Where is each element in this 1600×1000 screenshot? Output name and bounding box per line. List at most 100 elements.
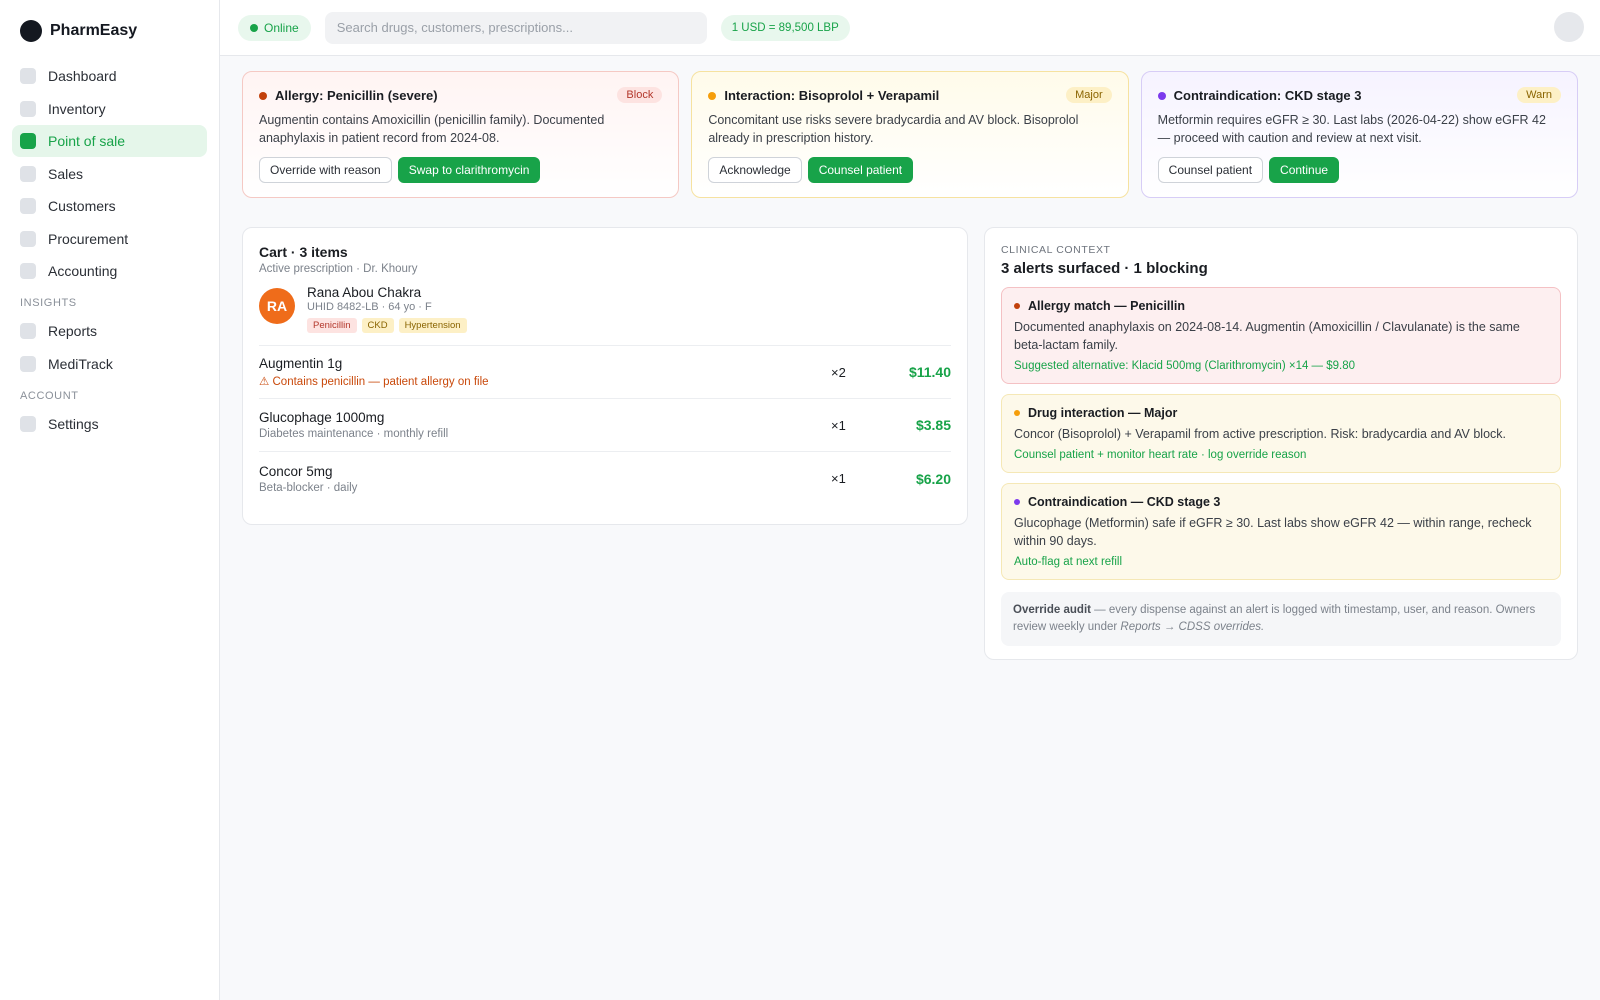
alert-card-contraindication: Contraindication: CKD stage 3 Warn Metfo… [1140, 71, 1578, 198]
procurement-icon [20, 230, 36, 247]
cart-item-row[interactable]: Concor 5mg Beta-blocker · daily ×1 $6.20 [259, 452, 951, 505]
cart-panel: Cart · 3 items Active prescription · Dr.… [242, 227, 968, 525]
audit-label: Override audit [1013, 604, 1091, 616]
cart-item-quantity: ×1 [831, 417, 846, 433]
alert-card-interaction: Interaction: Bisoprolol + Verapamil Majo… [691, 71, 1129, 198]
counsel-patient-button[interactable]: Counsel patient [807, 157, 914, 183]
context-card-title: Allergy match — Penicillin [1028, 299, 1185, 313]
dashboard-icon [20, 68, 36, 84]
cart-item-price: $11.40 [908, 364, 951, 380]
swap-to-clarithromycin-button[interactable]: Swap to clarithromycin [397, 157, 541, 183]
cart-item-row[interactable]: Glucophage 1000mg Diabetes maintenance ·… [259, 399, 951, 452]
online-status-badge: Online [238, 14, 311, 41]
acknowledge-button[interactable]: Acknowledge [708, 157, 802, 183]
continue-button[interactable]: Continue [1269, 157, 1340, 183]
point-of-sale-icon [20, 133, 36, 149]
counsel-action-link[interactable]: Counsel patient + monitor heart rate · l… [1014, 449, 1548, 461]
top-bar: Online 1 USD = 89,500 LBP [220, 0, 1600, 56]
alert-body: Metformin requires eGFR ≥ 30. Last labs … [1157, 113, 1546, 145]
severity-badge: Warn [1517, 87, 1561, 103]
sidebar-section-insights: INSIGHTS [20, 297, 77, 309]
status-dot-icon [250, 23, 258, 32]
sidebar-item-label: Procurement [48, 230, 129, 247]
sidebar-item-label: Inventory [48, 100, 106, 117]
alert-card-allergy: Allergy: Penicillin (severe) Block Augme… [242, 71, 680, 198]
sidebar-item-label: Reports [48, 323, 98, 339]
sidebar-section-account: ACCOUNT [20, 389, 79, 402]
alert-dot-icon [1014, 499, 1020, 505]
patient-tag: Penicillin [307, 318, 357, 333]
context-card-allergy: Allergy match — Penicillin Documented an… [1001, 287, 1561, 384]
suggested-alternative-link[interactable]: Suggested alternative: Klacid 500mg (Cla… [1014, 360, 1548, 372]
sidebar-item-accounting[interactable]: Accounting [12, 255, 207, 287]
alert-title: Allergy: Penicillin (severe) [275, 88, 438, 103]
audit-path: Reports → CDSS overrides. [1120, 621, 1265, 633]
sidebar-item-dashboard[interactable]: Dashboard [12, 60, 207, 92]
cart-title: Cart · 3 items [259, 244, 348, 260]
section-title: 3 alerts surfaced · 1 blocking [1001, 260, 1208, 277]
search-input[interactable] [324, 11, 707, 44]
alert-dot-icon [708, 91, 717, 100]
cart-item-price: $3.85 [915, 417, 951, 433]
clinical-context-panel: CLINICAL CONTEXT 3 alerts surfaced · 1 b… [984, 227, 1578, 660]
alert-cards: Allergy: Penicillin (severe) Block Augme… [242, 71, 1578, 198]
alert-title: Contraindication: CKD stage 3 [1173, 88, 1362, 103]
cart-subtitle: Active prescription · Dr. Khoury [259, 263, 418, 275]
cart-item-description: Diabetes maintenance · monthly refill [259, 428, 449, 440]
sidebar-item-procurement[interactable]: Procurement [12, 223, 207, 255]
settings-icon [20, 415, 36, 432]
sidebar-item-label: Point of sale [48, 133, 126, 149]
patient-avatar: RA [259, 288, 295, 324]
sidebar: PharmEasy Dashboard Inventory Point of s… [0, 0, 220, 1000]
alert-dot-icon [259, 91, 267, 100]
online-status-label: Online [264, 20, 299, 35]
context-card-body: Documented anaphylaxis on 2024-08-14. Au… [1014, 320, 1520, 352]
cart-item-warning: ⚠ Contains penicillin — patient allergy … [259, 376, 489, 388]
sidebar-item-reports[interactable]: Reports [12, 315, 207, 347]
context-card-title: Contraindication — CKD stage 3 [1028, 495, 1221, 509]
user-avatar[interactable] [1554, 12, 1584, 42]
patient-name: Rana Abou Chakra [307, 285, 422, 300]
cart-item-price: $6.20 [915, 470, 951, 487]
cart-item-quantity: ×1 [831, 471, 846, 486]
sidebar-item-customers[interactable]: Customers [12, 190, 207, 222]
accounting-icon [20, 263, 36, 279]
counsel-patient-button[interactable]: Counsel patient [1157, 157, 1264, 183]
auto-flag-link[interactable]: Auto-flag at next refill [1014, 556, 1548, 568]
patient-tag: CKD [361, 318, 394, 333]
brand-logo-icon [20, 20, 42, 42]
sidebar-item-label: Dashboard [48, 68, 117, 84]
alert-title: Interaction: Bisoprolol + Verapamil [724, 88, 940, 103]
alert-dot-icon [1014, 303, 1020, 309]
patient-card[interactable]: RA Rana Abou Chakra UHID 8482-LB · 64 yo… [259, 285, 951, 346]
cart-item-name: Concor 5mg [259, 463, 333, 479]
override-with-reason-button[interactable]: Override with reason [259, 157, 392, 183]
alert-dot-icon [1157, 91, 1166, 100]
meditrack-icon [20, 355, 36, 372]
sidebar-item-label: Accounting [48, 263, 118, 279]
context-card-interaction: Drug interaction — Major Concor (Bisopro… [1001, 394, 1561, 473]
cart-item-name: Glucophage 1000mg [259, 410, 385, 425]
audit-text: — every dispense against an alert is log… [1013, 604, 1536, 633]
patient-meta: UHID 8482-LB · 64 yo · F [307, 301, 432, 313]
cart-item-row[interactable]: Augmentin 1g ⚠ Contains penicillin — pat… [259, 346, 951, 399]
customers-icon [20, 198, 36, 214]
brand-name: PharmEasy [50, 22, 138, 39]
patient-tag: Hypertension [398, 318, 467, 333]
severity-badge: Major [1066, 87, 1112, 103]
reports-icon [20, 323, 36, 339]
alert-body: Concomitant use risks severe bradycardia… [708, 113, 1079, 145]
brand[interactable]: PharmEasy [12, 20, 207, 42]
sidebar-item-label: MediTrack [48, 355, 113, 372]
cart-item-description: Beta-blocker · daily [259, 481, 358, 494]
context-card-body: Glucophage (Metformin) safe if eGFR ≥ 30… [1014, 516, 1532, 548]
sidebar-item-label: Customers [48, 198, 116, 214]
sidebar-item-label: Settings [48, 415, 99, 432]
context-card-contraindication: Contraindication — CKD stage 3 Glucophag… [1001, 483, 1561, 580]
context-card-title: Drug interaction — Major [1028, 406, 1178, 420]
sidebar-item-inventory[interactable]: Inventory [12, 93, 207, 125]
sidebar-item-sales[interactable]: Sales [12, 158, 207, 190]
sidebar-item-point-of-sale[interactable]: Point of sale [12, 125, 207, 157]
sidebar-item-settings[interactable]: Settings [12, 408, 207, 440]
sidebar-item-meditrack[interactable]: MediTrack [12, 348, 207, 380]
